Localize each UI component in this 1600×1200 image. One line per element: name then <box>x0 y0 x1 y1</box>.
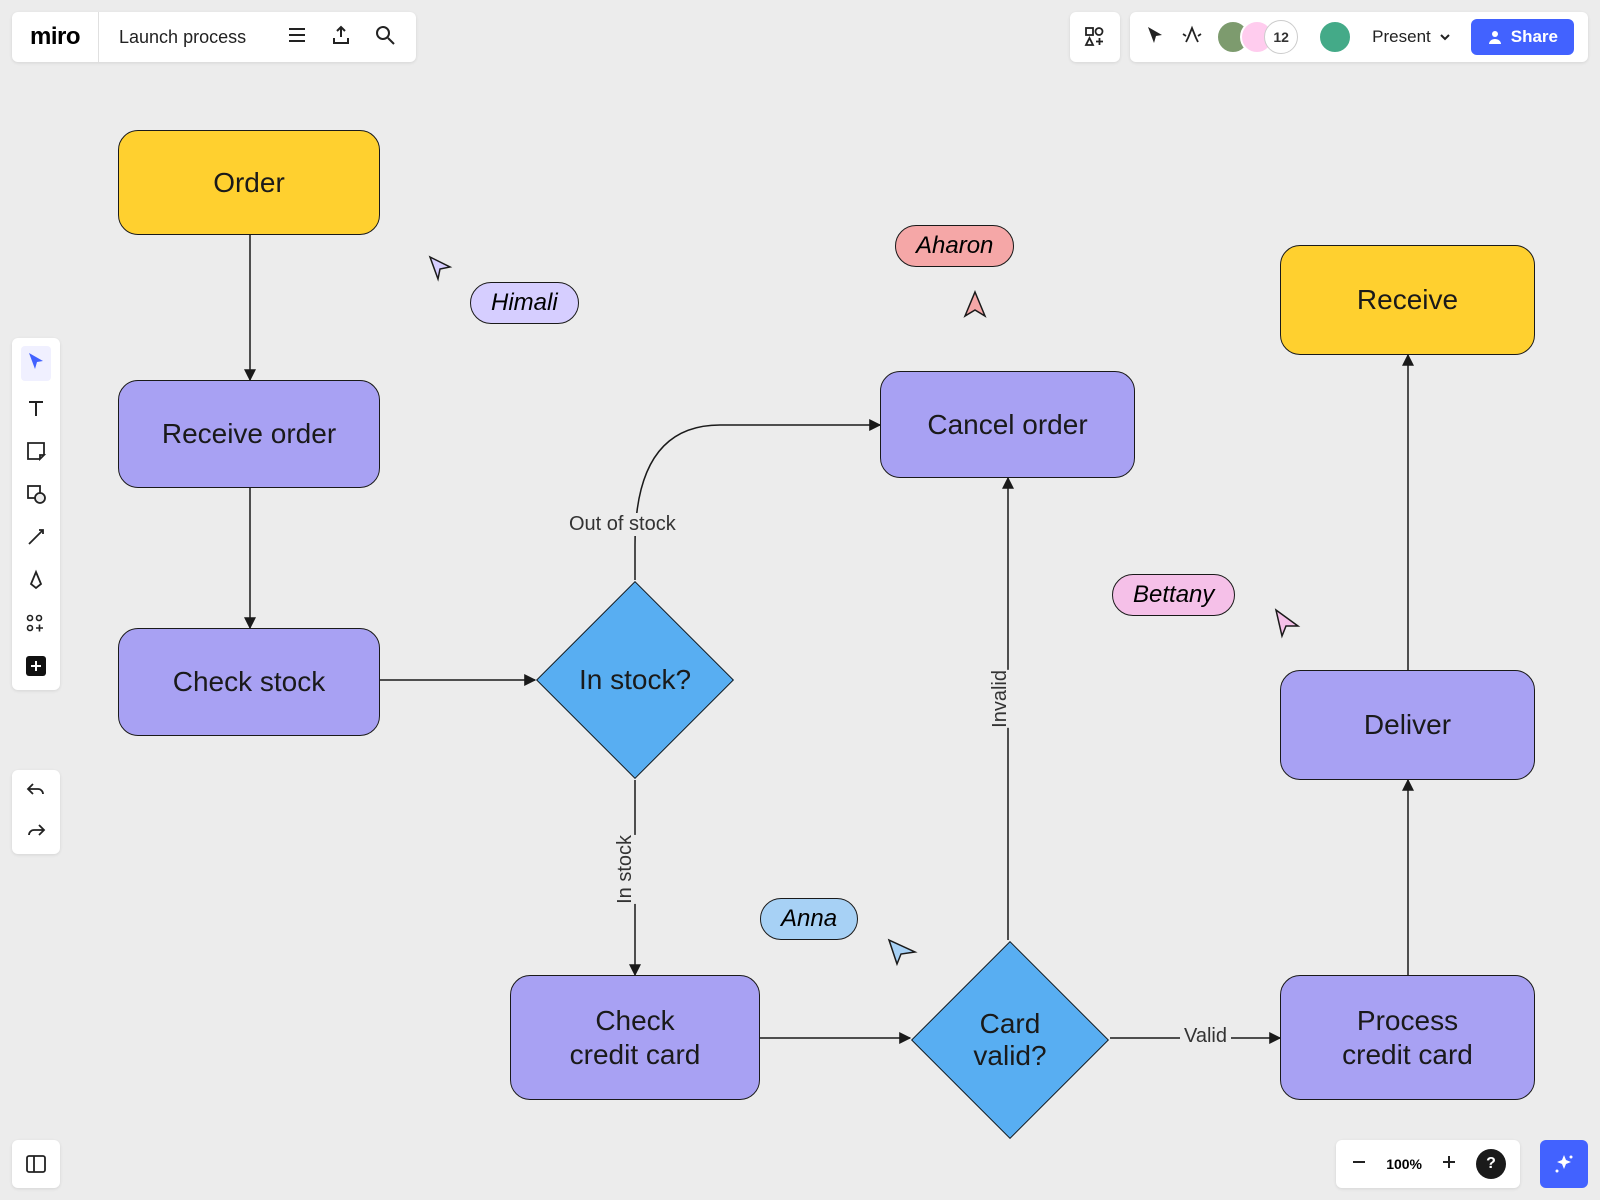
cursor-mode-icon[interactable] <box>1144 24 1166 51</box>
node-label: Process credit card <box>1342 1004 1473 1071</box>
apps-button[interactable] <box>1070 12 1120 62</box>
redo-icon[interactable] <box>25 821 47 844</box>
node-receive[interactable]: Receive <box>1280 245 1535 355</box>
pen-tool-icon[interactable] <box>25 569 47 596</box>
node-check-stock[interactable]: Check stock <box>118 628 380 736</box>
cursor-bubble-anna: Anna <box>760 898 858 940</box>
present-label: Present <box>1372 27 1431 47</box>
ai-assist-button[interactable] <box>1540 1140 1588 1188</box>
cursor-pointer-aharon <box>960 290 990 329</box>
topbar-left: miro Launch process <box>12 12 416 62</box>
canvas[interactable]: Order Receive order Check stock In stock… <box>0 0 1600 1200</box>
edge-label-in-stock: In stock <box>610 835 641 904</box>
select-tool-icon[interactable] <box>21 346 51 381</box>
avatar-count[interactable]: 12 <box>1264 20 1298 54</box>
node-card-valid[interactable]: Card valid? <box>910 940 1110 1140</box>
zoom-controls: 100% ? <box>1336 1140 1520 1188</box>
node-check-cc[interactable]: Check credit card <box>510 975 760 1100</box>
node-label: Card valid? <box>973 1008 1046 1072</box>
present-button[interactable]: Present <box>1366 27 1457 47</box>
node-cancel-order[interactable]: Cancel order <box>880 371 1135 478</box>
edge-label-out-of-stock: Out of stock <box>565 513 680 536</box>
search-icon[interactable] <box>374 24 396 51</box>
undo-icon[interactable] <box>25 780 47 803</box>
node-in-stock[interactable]: In stock? <box>535 580 735 780</box>
more-tools-icon[interactable] <box>25 655 47 682</box>
node-receive-order[interactable]: Receive order <box>118 380 380 488</box>
collaborator-avatars[interactable]: 12 <box>1216 20 1298 54</box>
edge-label-valid: Valid <box>1180 1025 1231 1048</box>
cursor-pointer-anna <box>887 938 919 973</box>
cursor-bubble-aharon: Aharon <box>895 225 1014 267</box>
node-label: In stock? <box>579 664 691 696</box>
node-deliver[interactable]: Deliver <box>1280 670 1535 780</box>
node-order[interactable]: Order <box>118 130 380 235</box>
logo[interactable]: miro <box>12 12 99 62</box>
menu-icon[interactable] <box>286 24 308 51</box>
shape-tool-icon[interactable] <box>25 483 47 510</box>
undo-redo-toolbar <box>12 770 60 854</box>
text-tool-icon[interactable] <box>25 397 47 424</box>
sticky-note-icon[interactable] <box>25 440 47 467</box>
zoom-level[interactable]: 100% <box>1386 1156 1422 1172</box>
node-label: Check credit card <box>570 1004 701 1071</box>
node-label: Deliver <box>1364 708 1451 742</box>
chevron-down-icon <box>1439 31 1451 43</box>
person-icon <box>1487 29 1503 45</box>
cursor-bubble-himali: Himali <box>470 282 579 324</box>
node-process-cc[interactable]: Process credit card <box>1280 975 1535 1100</box>
share-button[interactable]: Share <box>1471 19 1574 55</box>
avatar-self[interactable] <box>1318 20 1352 54</box>
node-label: Cancel order <box>927 408 1087 442</box>
zoom-out-icon[interactable] <box>1350 1153 1368 1176</box>
left-toolbar <box>12 338 60 690</box>
topbar-right: 12 Present Share <box>1070 12 1588 62</box>
export-icon[interactable] <box>330 24 352 51</box>
panel-toggle-button[interactable] <box>12 1140 60 1188</box>
node-label: Receive <box>1357 283 1458 317</box>
node-label: Check stock <box>173 665 326 699</box>
node-label: Receive order <box>162 417 336 451</box>
help-button[interactable]: ? <box>1476 1149 1506 1179</box>
share-label: Share <box>1511 27 1558 47</box>
node-label: Order <box>213 166 285 200</box>
edge-label-invalid: Invalid <box>985 670 1016 728</box>
frame-tool-icon[interactable] <box>25 612 47 639</box>
reactions-icon[interactable] <box>1180 24 1202 51</box>
cursor-pointer-himali <box>428 255 456 288</box>
board-name[interactable]: Launch process <box>99 27 266 48</box>
cursor-pointer-bettany <box>1272 608 1302 645</box>
line-tool-icon[interactable] <box>25 526 47 553</box>
cursor-bubble-bettany: Bettany <box>1112 574 1235 616</box>
zoom-in-icon[interactable] <box>1440 1153 1458 1176</box>
